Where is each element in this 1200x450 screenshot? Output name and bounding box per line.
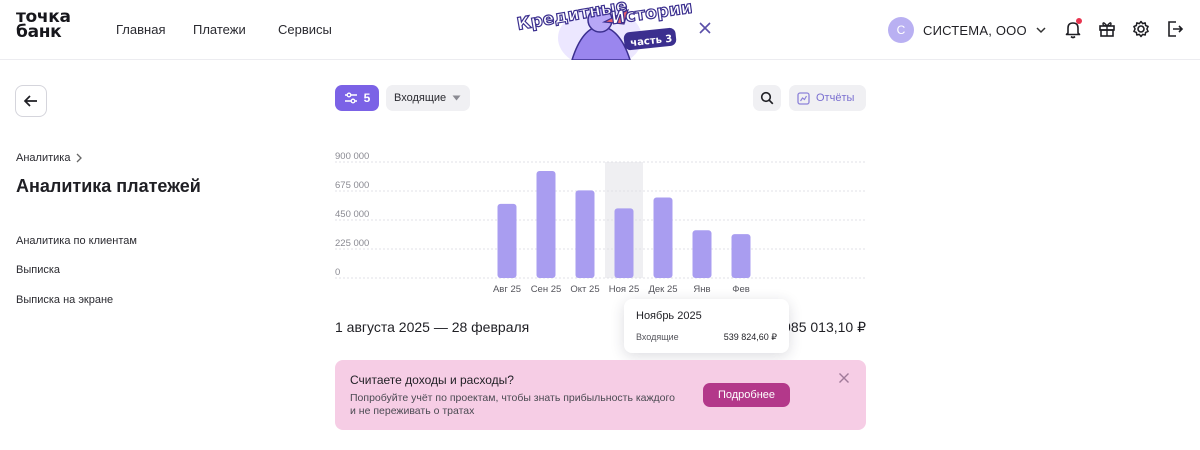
direction-value: Входящие <box>394 92 447 104</box>
search-button[interactable] <box>753 85 781 111</box>
nav-home[interactable]: Главная <box>116 22 165 37</box>
nav-services[interactable]: Сервисы <box>278 22 332 37</box>
account-switcher[interactable]: С СИСТЕМА, ООО <box>888 17 1047 43</box>
promo-banner[interactable]: Кредитные Истории часть 3 <box>512 0 692 60</box>
link-statement-screen[interactable]: Выписка на экране <box>16 294 113 306</box>
payments-bar-chart: 0 225 000 450 000 675 000 900 000 Авг 25 Сен 2… <box>335 151 865 295</box>
banner-text: Попробуйте учёт по проектам, чтобы знать… <box>350 392 675 417</box>
filters-count: 5 <box>363 91 371 105</box>
report-icon <box>797 91 810 105</box>
link-client-analytics[interactable]: Аналитика по клиентам <box>16 235 137 247</box>
x-tick-label: Окт 25 <box>570 284 599 295</box>
arrow-left-icon <box>23 95 37 107</box>
back-button[interactable] <box>15 85 47 117</box>
bell-icon[interactable] <box>1062 18 1084 40</box>
logout-icon[interactable] <box>1164 18 1186 40</box>
filters-button[interactable]: 5 <box>335 85 379 111</box>
x-tick-label: Авг 25 <box>493 284 521 295</box>
x-tick-label: Сен 25 <box>531 284 562 295</box>
chart-tooltip: Ноябрь 2025 Входящие 539 824,60 ₽ <box>624 299 789 353</box>
nav-payments[interactable]: Платежи <box>193 22 246 37</box>
chevron-right-icon <box>76 153 83 163</box>
link-statement[interactable]: Выписка <box>16 264 60 276</box>
promo-close-icon[interactable] <box>698 21 712 35</box>
bank-logo[interactable]: точка банк <box>16 9 71 42</box>
top-header: точка банк Главная Платежи Сервисы Креди… <box>0 0 1200 60</box>
notification-dot <box>1076 18 1082 24</box>
bar-5[interactable] <box>653 197 673 278</box>
gift-icon[interactable] <box>1096 18 1118 40</box>
breadcrumb[interactable]: Аналитика <box>16 152 83 164</box>
tooltip-title: Ноябрь 2025 <box>636 310 702 322</box>
y-tick-label: 900 000 <box>335 151 369 162</box>
y-tick-label: 0 <box>335 267 340 278</box>
y-tick-label: 675 000 <box>335 180 369 191</box>
caret-down-icon <box>452 95 461 101</box>
period-total: 985 013,10 ₽ <box>783 319 866 335</box>
bar-7[interactable] <box>731 234 751 278</box>
tooltip-value: 539 824,60 ₽ <box>723 332 777 342</box>
reports-label: Отчёты <box>816 92 855 104</box>
more-button[interactable]: Подробнее <box>703 383 790 407</box>
bar-6[interactable] <box>692 230 712 278</box>
banner-close-icon[interactable] <box>837 371 851 385</box>
x-tick-label: Дек 25 <box>648 284 677 295</box>
x-tick-label: Янв <box>693 284 710 295</box>
y-tick-label: 450 000 <box>335 209 369 220</box>
breadcrumb-analytics: Аналитика <box>16 152 71 164</box>
chevron-down-icon <box>1036 27 1046 34</box>
bar-3[interactable] <box>575 190 595 278</box>
period-range: 1 августа 2025 — 28 февраля <box>335 319 530 335</box>
direction-select[interactable]: Входящие <box>386 85 470 111</box>
page-title: Аналитика платежей <box>16 176 201 196</box>
bar-2[interactable] <box>536 171 556 278</box>
gear-icon[interactable] <box>1130 18 1152 40</box>
banner-title: Считаете доходы и расходы? <box>350 373 514 387</box>
sliders-icon <box>344 92 357 104</box>
tooltip-label: Входящие <box>636 332 679 342</box>
x-tick-label: Фев <box>732 284 750 295</box>
avatar: С <box>888 17 914 43</box>
search-icon <box>760 91 774 105</box>
reports-button[interactable]: Отчёты <box>789 85 866 111</box>
logo-line-2: банк <box>16 22 62 42</box>
account-name: СИСТЕМА, ООО <box>923 22 1027 38</box>
x-tick-label: Ноя 25 <box>609 284 640 295</box>
project-accounting-banner: Считаете доходы и расходы? Попробуйте уч… <box>335 360 866 430</box>
y-tick-label: 225 000 <box>335 238 369 249</box>
bar-1[interactable] <box>497 203 517 278</box>
bar-4[interactable] <box>614 208 634 278</box>
